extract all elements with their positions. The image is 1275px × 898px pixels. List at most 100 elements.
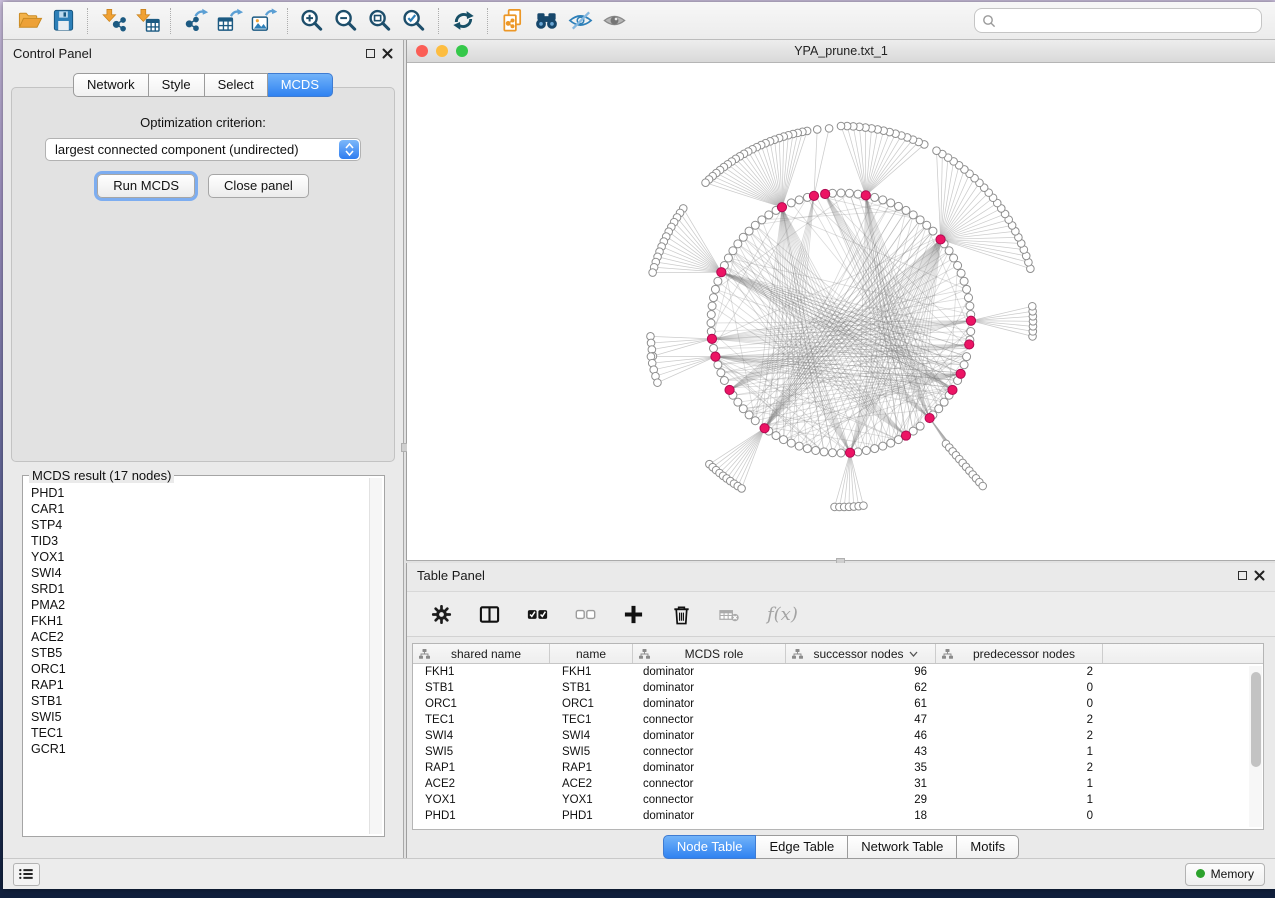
graph-node[interactable] xyxy=(960,277,968,285)
show-column-panel-button[interactable] xyxy=(479,604,500,625)
run-mcds-button[interactable]: Run MCDS xyxy=(97,174,195,198)
tab-select[interactable]: Select xyxy=(205,73,268,97)
table-row[interactable]: TEC1TEC1connector472 xyxy=(413,712,1263,728)
mcds-hub-node[interactable] xyxy=(925,413,934,422)
mcds-result-item[interactable]: SRD1 xyxy=(31,581,368,597)
tab-network-table[interactable]: Network Table xyxy=(848,835,957,859)
mcds-hub-node[interactable] xyxy=(845,448,854,457)
tab-node-table[interactable]: Node Table xyxy=(663,835,757,859)
graph-node[interactable] xyxy=(916,422,924,430)
mcds-result-item[interactable]: RAP1 xyxy=(31,677,368,693)
graph-node[interactable] xyxy=(967,328,975,336)
mcds-result-item[interactable]: STB5 xyxy=(31,645,368,661)
graph-node[interactable] xyxy=(940,398,948,406)
mcds-result-item[interactable]: TID3 xyxy=(31,533,368,549)
graph-node[interactable] xyxy=(739,233,747,241)
table-row[interactable]: PHD1PHD1dominator180 xyxy=(413,808,1263,824)
mcds-result-item[interactable]: PMA2 xyxy=(31,597,368,613)
column-header-name[interactable]: name xyxy=(550,644,633,663)
column-header-predecessor-nodes[interactable]: predecessor nodes xyxy=(936,644,1103,663)
delete-column-button[interactable] xyxy=(671,604,692,625)
table-settings-button[interactable] xyxy=(431,604,452,625)
column-header-shared-name[interactable]: shared name xyxy=(413,644,550,663)
clone-network-button[interactable] xyxy=(495,5,529,37)
mcds-result-item[interactable]: ORC1 xyxy=(31,661,368,677)
graph-leaf-node[interactable] xyxy=(979,482,987,490)
graph-node[interactable] xyxy=(820,448,828,456)
graph-node[interactable] xyxy=(950,254,958,262)
table-row[interactable]: SWI5SWI5connector431 xyxy=(413,744,1263,760)
graph-node[interactable] xyxy=(708,302,716,310)
graph-node[interactable] xyxy=(837,449,845,457)
tab-motifs[interactable]: Motifs xyxy=(957,835,1019,859)
float-panel-icon[interactable] xyxy=(366,49,375,58)
graph-node[interactable] xyxy=(734,398,742,406)
import-network-button[interactable] xyxy=(95,5,129,37)
export-network-button[interactable] xyxy=(178,5,212,37)
network-graph[interactable] xyxy=(407,63,1274,557)
close-panel-button[interactable]: Close panel xyxy=(208,174,309,198)
export-image-button[interactable] xyxy=(246,5,280,37)
mcds-hub-node[interactable] xyxy=(725,385,734,394)
mcds-hub-node[interactable] xyxy=(966,316,975,325)
mcds-result-item[interactable]: SWI5 xyxy=(31,709,368,725)
tab-mcds[interactable]: MCDS xyxy=(268,73,333,97)
optimization-criterion-select[interactable]: largest connected component (undirected) xyxy=(45,138,361,161)
network-window-titlebar[interactable]: YPA_prune.txt_1 xyxy=(407,40,1275,63)
deselect-all-button[interactable] xyxy=(575,604,596,625)
table-row[interactable]: ORC1ORC1dominator610 xyxy=(413,696,1263,712)
graph-node[interactable] xyxy=(707,310,715,318)
mcds-result-list[interactable]: PHD1CAR1STP4TID3YOX1SWI4SRD1PMA2FKH1ACE2… xyxy=(31,485,368,833)
tab-network[interactable]: Network xyxy=(73,73,149,97)
graph-node[interactable] xyxy=(795,442,803,450)
graph-node[interactable] xyxy=(745,227,753,235)
graph-leaf-node[interactable] xyxy=(654,379,662,387)
graph-leaf-node[interactable] xyxy=(933,147,941,155)
graph-node[interactable] xyxy=(734,240,742,248)
graph-node[interactable] xyxy=(765,211,773,219)
graph-node[interactable] xyxy=(854,448,862,456)
mcds-hub-node[interactable] xyxy=(707,334,716,343)
mcds-result-item[interactable]: SWI4 xyxy=(31,565,368,581)
graph-leaf-node[interactable] xyxy=(837,122,845,130)
graph-node[interactable] xyxy=(780,436,788,444)
panel-menu-button[interactable] xyxy=(13,863,40,886)
graph-node[interactable] xyxy=(709,344,717,352)
graph-node[interactable] xyxy=(787,199,795,207)
graph-node[interactable] xyxy=(935,405,943,413)
graph-node[interactable] xyxy=(846,189,854,197)
graph-node[interactable] xyxy=(966,302,974,310)
graph-leaf-node[interactable] xyxy=(860,502,868,510)
zoom-fit-button[interactable] xyxy=(363,5,397,37)
mcds-result-item[interactable]: YOX1 xyxy=(31,549,368,565)
graph-node[interactable] xyxy=(957,269,965,277)
mcds-hub-node[interactable] xyxy=(956,369,965,378)
graph-node[interactable] xyxy=(879,196,887,204)
graph-node[interactable] xyxy=(909,211,917,219)
save-session-button[interactable] xyxy=(46,5,80,37)
import-table-button[interactable] xyxy=(129,5,163,37)
graph-node[interactable] xyxy=(929,227,937,235)
mcds-result-item[interactable]: STP4 xyxy=(31,517,368,533)
delete-table-button[interactable] xyxy=(719,604,740,625)
select-all-button[interactable] xyxy=(527,604,548,625)
tab-style[interactable]: Style xyxy=(149,73,205,97)
hide-selected-button[interactable] xyxy=(563,5,597,37)
graph-node[interactable] xyxy=(729,247,737,255)
graph-node[interactable] xyxy=(787,439,795,447)
graph-node[interactable] xyxy=(812,447,820,455)
mcds-hub-node[interactable] xyxy=(948,385,957,394)
refresh-view-button[interactable] xyxy=(446,5,480,37)
graph-node[interactable] xyxy=(916,216,924,224)
zoom-out-button[interactable] xyxy=(329,5,363,37)
graph-leaf-node[interactable] xyxy=(738,485,746,493)
export-table-button[interactable] xyxy=(212,5,246,37)
graph-node[interactable] xyxy=(945,247,953,255)
scrollbar-thumb[interactable] xyxy=(1251,672,1261,767)
graph-node[interactable] xyxy=(862,447,870,455)
graph-node[interactable] xyxy=(871,445,879,453)
graph-node[interactable] xyxy=(965,294,973,302)
graph-node[interactable] xyxy=(724,254,732,262)
column-header-MCDS-role[interactable]: MCDS role xyxy=(633,644,786,663)
close-panel-icon[interactable] xyxy=(382,48,393,59)
